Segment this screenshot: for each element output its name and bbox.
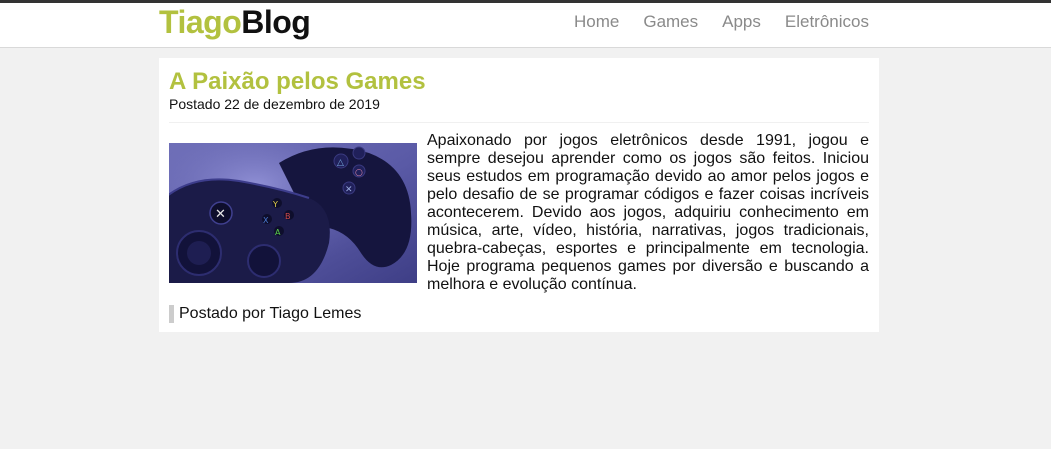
post-title: A Paixão pelos Games: [169, 68, 426, 95]
nav-item-home[interactable]: Home: [574, 12, 619, 32]
svg-text:X: X: [263, 216, 269, 225]
logo-part-blog: Blog: [241, 4, 311, 40]
svg-text:✕: ✕: [215, 207, 226, 222]
nav-item-apps[interactable]: Apps: [722, 12, 761, 32]
post-date: Postado 22 de dezembro de 2019: [169, 96, 380, 112]
post-body: Apaixonado por jogos eletrônicos desde 1…: [427, 132, 869, 293]
svg-text:B: B: [285, 212, 291, 221]
svg-text:Y: Y: [272, 200, 278, 209]
nav-item-eletronicos[interactable]: Eletrônicos: [785, 12, 869, 32]
site-logo[interactable]: TiagoBlog: [159, 3, 311, 41]
post-image-game-controllers: △ ○ ✕ ✕ Y B X A: [169, 143, 417, 283]
main-nav: Home Games Apps Eletrônicos: [550, 12, 869, 32]
svg-text:✕: ✕: [345, 185, 353, 195]
site-header: TiagoBlog Home Games Apps Eletrônicos: [0, 3, 1051, 48]
post-card: A Paixão pelos Games Postado 22 de dezem…: [159, 58, 879, 332]
svg-text:○: ○: [355, 168, 363, 178]
controllers-illustration: △ ○ ✕ ✕ Y B X A: [169, 143, 417, 283]
nav-item-games[interactable]: Games: [643, 12, 698, 32]
post-divider: [169, 122, 869, 123]
post-author: Postado por Tiago Lemes: [169, 305, 361, 323]
svg-text:△: △: [337, 158, 344, 168]
svg-text:A: A: [275, 228, 281, 237]
logo-part-tiago: Tiago: [159, 4, 242, 40]
